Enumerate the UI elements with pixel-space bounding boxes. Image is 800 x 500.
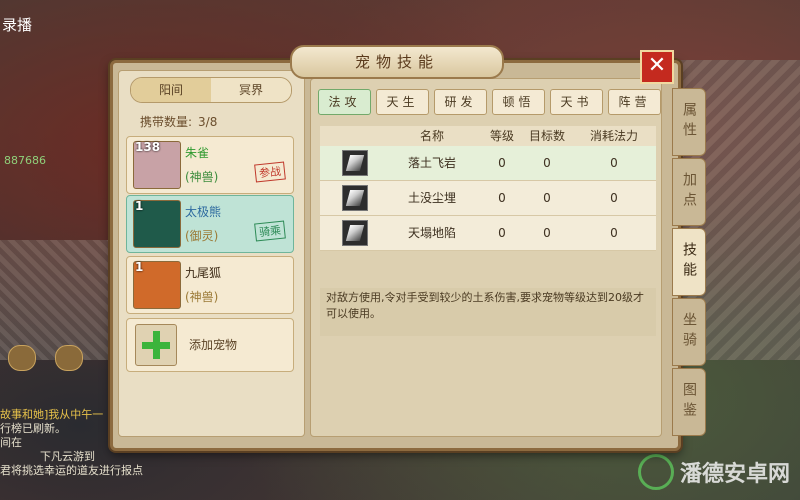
skill-name: 落土飞岩 [407,156,456,170]
tab-tiansheng[interactable]: 天生 [376,89,429,115]
carry-count: 携带数量: 3/8 [140,113,217,130]
table-row[interactable]: 天塌地陷 0 0 0 [320,216,656,251]
pet-level: 1 [135,199,144,213]
header-name: 名称 [419,129,444,143]
skill-name: 土没尘埋 [407,191,456,205]
skill-targets: 0 [543,156,551,170]
pet-name: 太极熊 [185,205,222,219]
skill-table: 名称 等级 目标数 消耗法力 落土飞岩 0 0 0 土没尘埋 0 0 0 天塌地… [320,126,656,251]
pet-level: 1 [135,260,144,274]
voice-icon[interactable] [55,345,83,371]
close-button[interactable]: ✕ [640,50,674,84]
header-mana: 消耗法力 [589,129,638,143]
watermark-text: 潘德安卓网 [679,462,790,487]
tab-yang[interactable]: 阳间 [131,78,211,102]
skill-mana: 0 [610,226,618,240]
pet-card-zhuque[interactable]: 138 朱雀 (神兽) 参战 [126,136,294,194]
pet-status-stamp: 骑乘 [254,220,286,242]
pet-card-taijixiong[interactable]: 1 太极熊 (御灵) 骑乘 [126,195,294,253]
header-targets: 目标数 [528,129,565,143]
add-pet-button[interactable]: 添加宠物 [126,318,294,372]
chat-line: 下凡云游到 [40,450,95,463]
pet-type: (神兽) [185,170,219,184]
skill-description: 对敌方使用,令对手受到较少的土系伤害,要求宠物等级达到20级才可以使用。 [320,288,656,336]
tab-zhenying[interactable]: 阵营 [608,89,661,115]
skill-mana: 0 [610,156,618,170]
header-level: 等级 [489,129,514,143]
watermark: 潘德安卓网 [637,454,790,490]
skill-icon [342,220,368,246]
carry-label: 携带数量: [140,115,193,129]
skill-mana: 0 [610,191,618,205]
side-tab-points[interactable]: 加点 [672,158,706,226]
pet-name: 九尾狐 [185,266,222,280]
table-row[interactable]: 落土飞岩 0 0 0 [320,146,656,181]
pet-level: 138 [135,140,161,154]
side-tab-mount[interactable]: 坐骑 [672,298,706,366]
add-pet-label: 添加宠物 [189,338,238,352]
pet-name: 朱雀 [185,146,210,160]
skill-level: 0 [498,191,506,205]
pet-type: (神兽) [185,290,219,304]
side-tab-attributes[interactable]: 属性 [672,88,706,156]
watermark-logo-icon [637,454,674,490]
side-tab-skills[interactable]: 技能 [672,228,706,296]
chat-bubble-icon[interactable] [8,345,36,371]
scene-top-left-label: 录播 [2,16,33,34]
skill-icon [342,185,368,211]
skill-level: 0 [498,156,506,170]
pet-status-stamp: 参战 [254,161,286,183]
table-header: 名称 等级 目标数 消耗法力 [320,126,656,146]
tab-ming[interactable]: 冥界 [211,78,291,102]
plus-icon [135,324,177,366]
side-tab-codex[interactable]: 图鉴 [672,368,706,436]
pet-card-jiuweihu[interactable]: 1 九尾狐 (神兽) [126,256,294,314]
skill-tabs: 法攻 天生 研发 顿悟 天书 阵营 [318,89,661,115]
pet-type: (御灵) [185,229,219,243]
skill-targets: 0 [543,226,551,240]
carry-value: 3/8 [198,115,218,129]
skill-targets: 0 [543,191,551,205]
skill-level: 0 [498,226,506,240]
tab-yanfa[interactable]: 研发 [434,89,487,115]
tab-fagong[interactable]: 法攻 [318,89,371,115]
tab-tianshu[interactable]: 天书 [550,89,603,115]
chat-line: 君将挑选幸运的道友进行报点 [0,464,143,477]
skill-name: 天塌地陷 [407,226,456,240]
table-row[interactable]: 土没尘埋 0 0 0 [320,181,656,216]
tab-dunwu[interactable]: 顿悟 [492,89,545,115]
player-hp-text: 887686 [4,154,46,167]
scene-roof-left [0,240,120,360]
dialog-title: 宠物技能 [290,45,504,79]
skill-icon [342,150,368,176]
world-tabs: 阳间 冥界 [130,77,292,103]
